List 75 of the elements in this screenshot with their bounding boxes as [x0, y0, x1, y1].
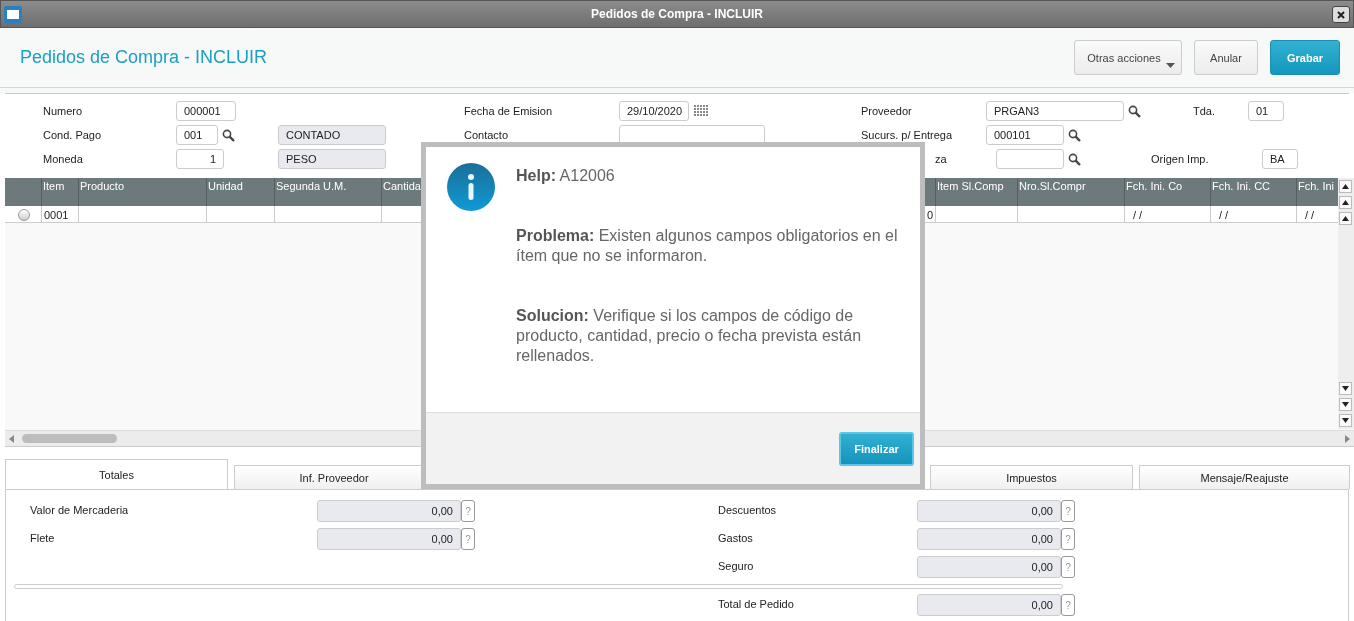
field-label: za [935, 153, 947, 165]
table-cell: / / [1133, 208, 1143, 221]
search-icon[interactable] [1128, 104, 1141, 118]
table-cell: 0001 [41, 206, 78, 223]
total-value: 0,00 [917, 500, 1061, 522]
total-label: Gastos [718, 531, 754, 544]
field-label: Cond. Pago [43, 129, 102, 141]
tab[interactable]: Impuestos [930, 465, 1133, 489]
scroll-bottom-button[interactable] [1339, 414, 1352, 427]
total-value: 0,00 [917, 556, 1061, 578]
total-label: Descuentos [718, 503, 778, 516]
close-button[interactable] [1332, 6, 1350, 23]
field-label: Numero [43, 105, 83, 117]
total-value: 0,00 [917, 594, 1061, 616]
search-icon[interactable] [222, 128, 235, 142]
field-label: Contacto [464, 129, 509, 141]
scrollbar-thumb[interactable] [22, 434, 117, 443]
scroll-right-icon[interactable] [1345, 434, 1350, 443]
tab[interactable]: Totales [5, 459, 228, 489]
input-field[interactable]: 000001 [176, 101, 236, 121]
total-value: 0,00 [317, 528, 461, 550]
field-label: Origen Imp. [1151, 153, 1209, 165]
readonly-field: CONTADO [278, 125, 386, 145]
total-value: 0,00 [917, 528, 1061, 550]
table-cell: / / [1219, 208, 1229, 221]
total-label: Seguro [718, 559, 755, 572]
page-up-button[interactable] [1339, 196, 1352, 209]
row-radio[interactable] [17, 208, 30, 221]
input-field[interactable]: 001 [176, 125, 218, 145]
total-label: Flete [30, 531, 56, 544]
help-paragraph: Solucion: Verifique si los campos de código de producto, cantidad, precio o fecha prevista están rellenados. [516, 306, 863, 366]
input-field[interactable]: PRGAN3 [986, 101, 1124, 121]
help-code: Help: A12006 [516, 166, 616, 186]
table-cell: 0 [926, 208, 933, 221]
page-title: Pedidos de Compra - INCLUIR [20, 47, 269, 68]
total-label: Valor de Mercaderia [30, 503, 130, 516]
close-icon [1337, 10, 1345, 19]
search-icon[interactable] [1068, 128, 1081, 142]
search-icon[interactable] [1068, 152, 1081, 166]
calendar-icon[interactable] [693, 105, 709, 117]
total-label: Total de Pedido [718, 597, 795, 610]
tab[interactable]: Mensaje/Reajuste [1139, 465, 1350, 489]
down-arrow-icon [1342, 402, 1349, 407]
input-field[interactable]: 000101 [986, 125, 1064, 145]
input-field[interactable] [996, 149, 1064, 169]
field-label: Fecha de Emision [464, 105, 553, 117]
scroll-up-button[interactable] [1339, 212, 1352, 225]
up-arrow-icon [1342, 184, 1349, 189]
input-field[interactable]: BA [1262, 149, 1298, 169]
scroll-down-button[interactable] [1339, 382, 1352, 395]
cancel-button[interactable]: Anular [1194, 40, 1258, 75]
down-arrow-icon [1342, 418, 1349, 423]
down-arrow-icon [1342, 386, 1349, 391]
field-label: Proveedor [861, 105, 912, 117]
page-down-button[interactable] [1339, 398, 1352, 411]
field-label: Moneda [43, 153, 83, 165]
input-field[interactable]: 01 [1248, 101, 1284, 121]
up-arrow-icon [1342, 200, 1349, 205]
help-paragraph: Problema: Existen algunos campos obligatorios en el ítem que no se informaron. [516, 226, 899, 266]
actions-menu-button[interactable]: Otras acciones [1074, 40, 1182, 75]
input-field[interactable]: 1 [176, 149, 224, 169]
scroll-top-button[interactable] [1339, 180, 1352, 193]
scroll-left-icon[interactable] [9, 434, 14, 443]
readonly-field: PESO [278, 149, 386, 169]
up-arrow-icon [1342, 216, 1349, 221]
table-cell: / / [1305, 208, 1315, 221]
window-title: Pedidos de Compra - INCLUIR [591, 7, 763, 21]
total-value: 0,00 [317, 500, 461, 522]
date-field[interactable]: 29/10/2020 [619, 101, 689, 121]
field-label: Tda. [1193, 105, 1215, 117]
field-label: Sucurs. p/ Entrega [861, 129, 953, 141]
input-field[interactable] [619, 125, 765, 145]
caret-icon [1166, 63, 1175, 68]
window-icon [4, 6, 22, 23]
info-icon [446, 162, 496, 212]
